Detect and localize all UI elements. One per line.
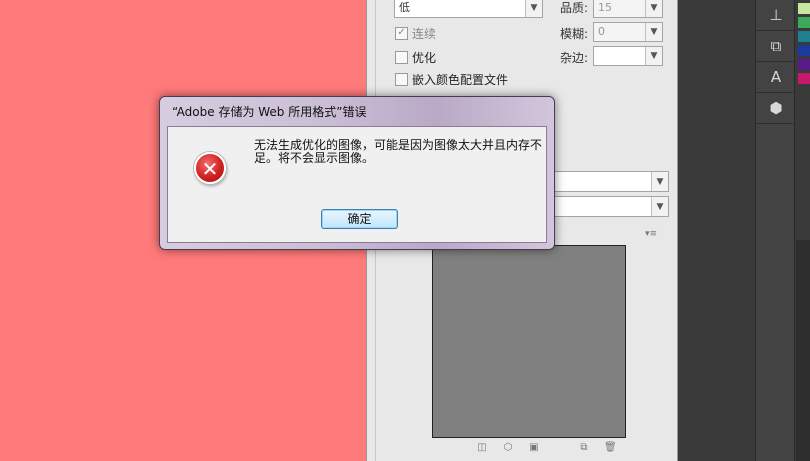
blur-label: 模糊: xyxy=(560,27,589,41)
thumbnail-actions: ⧉ 🗑 xyxy=(578,442,616,454)
continuous-checkbox[interactable]: ✓ 连续 xyxy=(395,25,436,42)
dialog-title: “Adobe 存储为 Web 所用格式”错误 xyxy=(172,105,367,119)
color-swatch[interactable] xyxy=(798,45,810,56)
dialog-body: ✕ 无法生成优化的图像，可能是因为图像太大并且内存不足。将不会显示图像。 确定 xyxy=(167,126,547,243)
color-swatch[interactable] xyxy=(798,73,810,84)
text-icon[interactable]: A xyxy=(756,62,796,93)
embed-profile-checkbox[interactable]: 嵌入颜色配置文件 xyxy=(395,71,508,88)
blur-input[interactable]: 0 ▼ xyxy=(593,22,663,42)
checkbox-icon xyxy=(395,51,408,64)
new-icon[interactable]: ⧉ xyxy=(578,442,590,454)
panel-dock xyxy=(796,240,810,461)
image-preview-thumbnail xyxy=(432,245,626,438)
quality-input[interactable]: 15 ▼ xyxy=(593,0,663,18)
checkmark-icon: ✓ xyxy=(395,27,408,40)
color-swatch[interactable] xyxy=(798,3,810,14)
color-swatch[interactable] xyxy=(798,17,810,28)
quality-label: 品质: xyxy=(560,1,589,15)
matte-label: 杂边: xyxy=(560,51,589,65)
lock-icon[interactable]: ▣ xyxy=(528,442,540,454)
quality-level-select[interactable]: 低 ▼ xyxy=(394,0,543,18)
stamp-icon[interactable]: ⊥ xyxy=(756,0,796,31)
color-swatch[interactable] xyxy=(798,59,810,70)
chevron-down-icon: ▼ xyxy=(645,23,662,41)
optimized-label: 优化 xyxy=(412,51,437,65)
trash-icon[interactable]: 🗑 xyxy=(604,442,617,454)
chevron-down-icon: ▼ xyxy=(651,172,668,191)
panel-menu-icon[interactable]: ▾≡ xyxy=(645,229,657,239)
cube-icon[interactable]: ⬢ xyxy=(756,93,796,124)
dither-select[interactable]: ▼ xyxy=(540,196,669,217)
thumbnail-toolbar: ◫ ⬡ ▣ xyxy=(476,442,540,454)
ok-button[interactable]: 确定 xyxy=(321,209,398,229)
error-x-icon: ✕ xyxy=(194,152,226,184)
chevron-down-icon: ▼ xyxy=(651,197,668,216)
cube-icon[interactable]: ⬡ xyxy=(502,442,514,454)
shapes-icon[interactable]: ⧉ xyxy=(756,31,796,62)
blur-value: 0 xyxy=(598,25,605,38)
tool-strip: ⊥ ⧉ A ⬢ xyxy=(755,0,796,461)
chevron-down-icon: ▼ xyxy=(645,47,662,65)
matte-select[interactable]: ▼ xyxy=(593,46,663,66)
chevron-down-icon: ▼ xyxy=(645,0,662,17)
optimized-checkbox[interactable]: 优化 xyxy=(395,49,436,66)
quality-value: 15 xyxy=(598,1,612,14)
continuous-label: 连续 xyxy=(412,27,437,41)
color-reduction-select[interactable]: ▼ xyxy=(540,171,669,192)
swatch-icon[interactable]: ◫ xyxy=(476,442,488,454)
checkbox-icon xyxy=(395,73,408,86)
chevron-down-icon: ▼ xyxy=(525,0,542,17)
color-swatch[interactable] xyxy=(798,31,810,42)
embed-profile-label: 嵌入颜色配置文件 xyxy=(412,73,509,87)
error-message: 无法生成优化的图像，可能是因为图像太大并且内存不足。将不会显示图像。 xyxy=(254,138,543,165)
quality-level-value: 低 xyxy=(399,1,410,14)
error-dialog: “Adobe 存储为 Web 所用格式”错误 ✕ 无法生成优化的图像，可能是因为… xyxy=(159,96,555,250)
